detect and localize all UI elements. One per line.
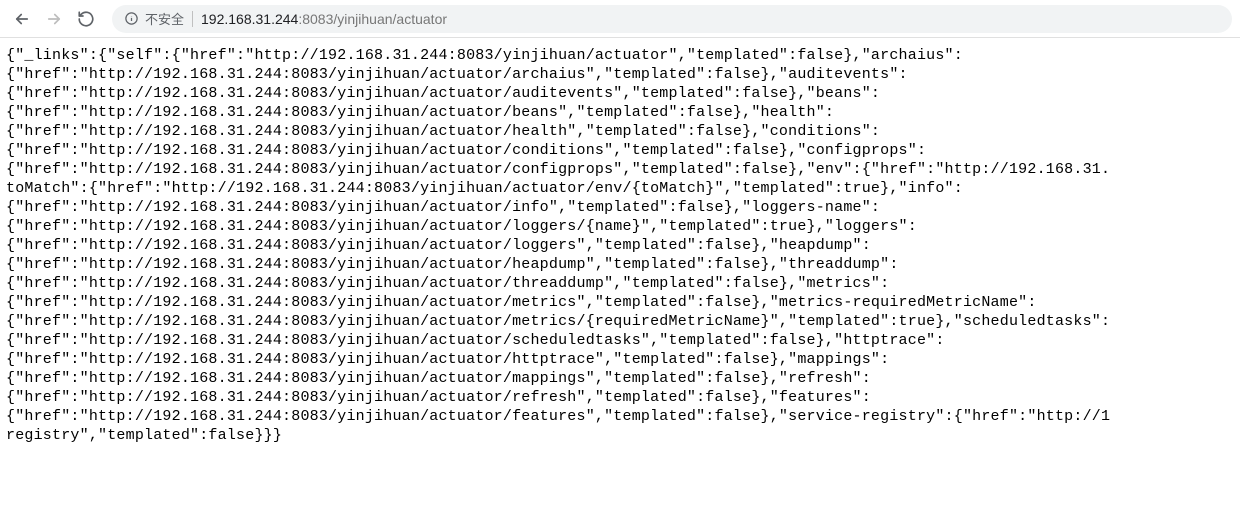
address-bar[interactable]: 不安全 192.168.31.244:8083/yinjihuan/actuat…: [112, 5, 1232, 33]
browser-toolbar: 不安全 192.168.31.244:8083/yinjihuan/actuat…: [0, 0, 1240, 38]
url-host: 192.168.31.244: [201, 11, 298, 27]
info-icon: [124, 11, 139, 26]
url-port: :8083: [298, 11, 333, 27]
arrow-right-icon: [45, 10, 63, 28]
arrow-left-icon: [13, 10, 31, 28]
divider: [192, 11, 193, 27]
reload-button[interactable]: [72, 5, 100, 33]
url-text: 192.168.31.244:8083/yinjihuan/actuator: [201, 11, 447, 27]
insecure-badge[interactable]: 不安全: [124, 9, 184, 28]
reload-icon: [77, 10, 95, 28]
insecure-label: 不安全: [145, 9, 184, 28]
back-button[interactable]: [8, 5, 36, 33]
forward-button[interactable]: [40, 5, 68, 33]
page-body: {"_links":{"self":{"href":"http://192.16…: [0, 38, 1240, 453]
url-path: /yinjihuan/actuator: [333, 11, 447, 27]
